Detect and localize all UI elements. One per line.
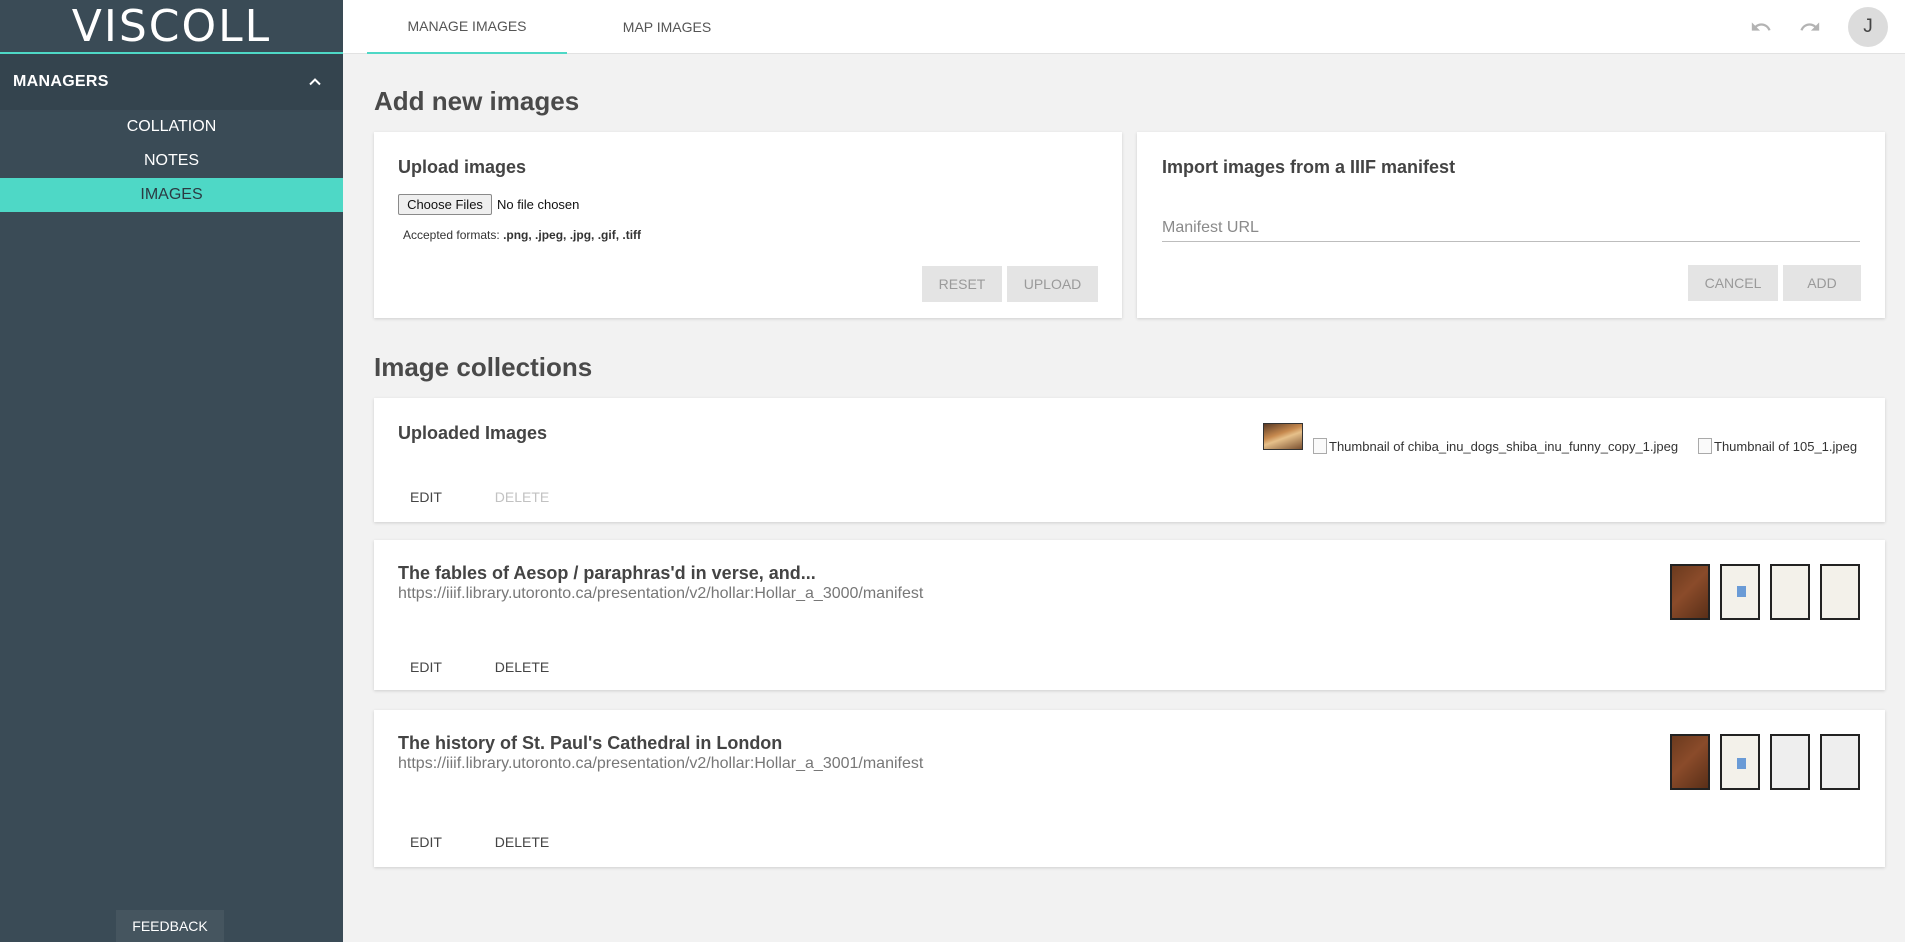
upload-button[interactable]: UPLOAD [1007,266,1098,302]
page-thumbnail[interactable] [1770,734,1810,790]
dog-thumbnail [1263,423,1303,450]
chevron-up-icon[interactable] [305,72,325,92]
edit-button[interactable]: EDIT [398,652,454,682]
tab-map-images[interactable]: MAP IMAGES [567,0,767,54]
avatar[interactable]: J [1848,7,1888,47]
logo-text: VISCOLL [71,0,272,52]
collection-title: The history of St. Paul's Cathedral in L… [398,733,783,753]
page-thumbnail[interactable] [1670,564,1710,620]
page-thumbnail[interactable] [1720,564,1760,620]
collection-url: https://iiif.library.utoronto.ca/present… [398,755,924,772]
manifest-url-input[interactable] [1162,214,1860,242]
page-thumbnail[interactable] [1770,564,1810,620]
collection-title: The fables of Aesop / paraphras'd in ver… [398,563,816,583]
feedback-button[interactable]: FEEDBACK [116,910,224,942]
delete-button[interactable]: DELETE [481,652,563,682]
broken-thumbnail: Thumbnail of 105_1.jpeg [1698,438,1857,454]
sidebar-item-label: IMAGES [140,186,203,203]
collection-url: https://iiif.library.utoronto.ca/present… [398,585,924,602]
broken-image-icon [1698,438,1712,454]
sidebar-item-label: COLLATION [126,118,217,135]
collection-title: Uploaded Images [398,423,548,443]
tab-manage-images[interactable]: MANAGE IMAGES [367,0,567,54]
sidebar-item-label: NOTES [143,152,200,169]
uploaded-images-card [374,398,1885,522]
formats-list: .png, .jpeg, .jpg, .gif, .tiff [503,228,642,242]
edit-button[interactable]: EDIT [398,827,454,857]
image-mark [1737,758,1746,769]
thumbnail-alt-text: Thumbnail of chiba_inu_dogs_shiba_inu_fu… [1329,438,1679,454]
page-thumbnail[interactable] [1720,734,1760,790]
edit-button[interactable]: EDIT [398,482,454,512]
page-title: Add new images [374,86,580,116]
section-title: MANAGERS [13,73,109,90]
thumbnail-alt-text: Thumbnail of 105_1.jpeg [1714,438,1858,454]
undo-icon[interactable] [1748,14,1774,40]
collections-heading: Image collections [374,352,593,382]
add-button[interactable]: ADD [1783,265,1861,301]
image-mark [1737,586,1746,597]
sidebar: VISCOLL MANAGERS COLLATION NOTES IMAGES … [0,0,343,942]
import-title: Import images from a IIIF manifest [1162,157,1456,177]
sidebar-item-notes[interactable]: NOTES [0,144,343,178]
no-file-label: No file chosen [497,197,580,212]
top-bar: MANAGE IMAGES MAP IMAGES J [343,0,1905,54]
page-thumbnail[interactable] [1820,734,1860,790]
accepted-formats: Accepted formats: .png, .jpeg, .jpg, .gi… [403,228,641,242]
managers-section-header[interactable]: MANAGERS [0,54,343,110]
upload-title: Upload images [398,157,527,177]
reset-button[interactable]: RESET [922,266,1002,302]
page-thumbnail[interactable] [1820,564,1860,620]
cancel-button[interactable]: CANCEL [1688,265,1778,301]
delete-button[interactable]: DELETE [481,482,563,512]
broken-image-icon [1313,438,1327,454]
logo: VISCOLL [0,0,343,54]
sidebar-item-images[interactable]: IMAGES [0,178,343,212]
choose-files-button[interactable]: Choose Files [398,194,492,215]
broken-thumbnail: Thumbnail of chiba_inu_dogs_shiba_inu_fu… [1313,438,1678,454]
page-thumbnail[interactable] [1670,734,1710,790]
redo-icon[interactable] [1797,14,1823,40]
sidebar-item-collation[interactable]: COLLATION [0,110,343,144]
formats-prefix: Accepted formats: [403,228,500,242]
delete-button[interactable]: DELETE [481,827,563,857]
